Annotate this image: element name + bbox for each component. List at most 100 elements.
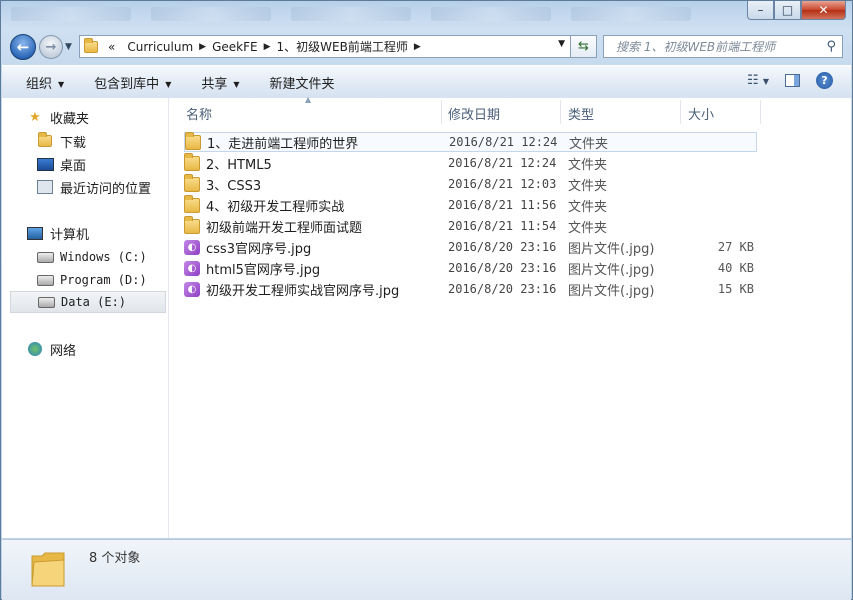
file-name: css3官网序号.jpg — [206, 241, 312, 257]
forward-button[interactable]: → — [39, 35, 63, 59]
chevron-down-icon: ▼ — [58, 79, 65, 89]
recent-places-icon — [36, 179, 54, 195]
close-button[interactable]: ✕ — [801, 1, 846, 20]
sidebar-item-recent-places[interactable]: 最近访问的位置 — [36, 176, 192, 198]
refresh-icon[interactable]: ⇆ — [571, 35, 597, 58]
share-label: 共享 — [201, 76, 228, 92]
file-modified: 2016/8/20 23:16 — [448, 240, 557, 254]
breadcrumb-separator-icon[interactable]: ▶ — [414, 42, 421, 52]
file-modified: 2016/8/21 12:24 — [449, 135, 558, 149]
column-header-label: 修改日期 — [448, 107, 501, 123]
folder-icon — [84, 37, 98, 53]
drive-icon — [37, 294, 55, 310]
sidebar-item-drive-c[interactable]: Windows (C:) — [36, 246, 192, 268]
breadcrumb-curriculum[interactable]: Curriculum — [127, 40, 193, 54]
sidebar-item-downloads[interactable]: 下载 — [36, 130, 192, 152]
command-bar: 组织 ▼ 包含到库中 ▼ 共享 ▼ 新建文件夹 ☷ ▼ ? — [2, 65, 851, 99]
new-folder-label: 新建文件夹 — [269, 76, 335, 92]
item-count: 8 个对象 — [89, 551, 141, 566]
sidebar-item-label: Windows (C:) — [60, 250, 147, 264]
sidebar-network[interactable]: 网络 — [26, 338, 182, 360]
window-caption-buttons: – □ ✕ — [747, 1, 846, 20]
explorer-window: – □ ✕ ← → ▼ « Curriculum ▶ GeekFE ▶ 1、初级… — [0, 0, 853, 600]
preview-pane-icon[interactable] — [785, 74, 800, 87]
column-header-name[interactable]: 名称 — [186, 102, 441, 124]
breadcrumb-separator-icon[interactable]: ▶ — [199, 42, 206, 52]
maximize-button[interactable]: □ — [774, 1, 801, 20]
breadcrumb-overflow[interactable]: « — [108, 40, 115, 54]
file-modified: 2016/8/21 12:03 — [448, 177, 557, 191]
view-options-icon[interactable]: ☷ ▼ — [747, 73, 769, 88]
minimize-button[interactable]: – — [747, 1, 774, 20]
sidebar-computer-label: 计算机 — [50, 227, 90, 243]
column-header-type[interactable]: 类型 — [568, 102, 680, 124]
file-modified: 2016/8/21 11:56 — [448, 198, 557, 212]
include-in-library-menu[interactable]: 包含到库中 ▼ — [94, 73, 171, 92]
folder-icon — [184, 152, 200, 171]
column-header-label: 类型 — [568, 107, 595, 123]
share-menu[interactable]: 共享 ▼ — [201, 73, 239, 92]
computer-icon — [26, 225, 44, 241]
file-modified: 2016/8/21 12:24 — [448, 156, 557, 170]
include-in-library-label: 包含到库中 — [94, 76, 160, 92]
star-icon: ★ — [29, 109, 41, 125]
address-dropdown-icon[interactable]: ▼ — [558, 39, 565, 49]
back-button[interactable]: ← — [10, 34, 36, 60]
sidebar-item-drive-d[interactable]: Program (D:) — [36, 269, 192, 291]
network-icon — [26, 341, 44, 357]
file-name: html5官网序号.jpg — [206, 262, 321, 278]
search-placeholder: 搜索 1、初级WEB前端工程师 — [616, 40, 776, 54]
file-size: 27 KB — [717, 240, 754, 254]
file-type: 图片文件(.jpg) — [568, 241, 655, 257]
file-size: 15 KB — [717, 282, 754, 296]
navigation-row: ← → ▼ « Curriculum ▶ GeekFE ▶ 1、初级WEB前端工… — [1, 29, 852, 65]
column-header-label: 大小 — [688, 107, 715, 123]
column-header-size[interactable]: 大小 — [688, 102, 758, 124]
column-divider[interactable] — [680, 100, 681, 124]
file-type: 图片文件(.jpg) — [568, 262, 655, 278]
file-row[interactable]: 1、走进前端工程师的世界 2016/8/21 12:24 文件夹 — [184, 131, 757, 152]
file-name: 1、走进前端工程师的世界 — [207, 136, 359, 152]
navigation-pane: ★ 收藏夹 下载 桌面 最近访问的位置 计算机 Windows (C:) Pro… — [2, 98, 169, 538]
windows-drive-icon — [36, 249, 54, 265]
file-type: 文件夹 — [568, 199, 608, 215]
file-row[interactable]: 2、HTML5 2016/8/21 12:24 文件夹 — [184, 152, 757, 173]
file-row[interactable]: 3、CSS3 2016/8/21 12:03 文件夹 — [184, 173, 757, 194]
sidebar-item-drive-e[interactable]: Data (E:) — [10, 291, 166, 313]
file-row[interactable]: 初级前端开发工程师面试题 2016/8/21 11:54 文件夹 — [184, 215, 757, 236]
search-input[interactable]: 搜索 1、初级WEB前端工程师 ⚲ — [603, 35, 843, 58]
folder-icon — [184, 215, 200, 234]
sidebar-item-desktop[interactable]: 桌面 — [36, 153, 192, 175]
new-folder-button[interactable]: 新建文件夹 — [270, 73, 335, 92]
file-row[interactable]: ◐ css3官网序号.jpg 2016/8/20 23:16 图片文件(.jpg… — [184, 237, 757, 257]
sidebar-favorites[interactable]: ★ 收藏夹 — [26, 106, 182, 128]
organize-menu[interactable]: 组织 ▼ — [26, 73, 64, 92]
sidebar-item-label: Data (E:) — [61, 295, 127, 309]
folder-icon — [184, 194, 200, 213]
address-bar[interactable]: « Curriculum ▶ GeekFE ▶ 1、初级WEB前端工程师 ▶ ▼ — [79, 35, 571, 58]
column-header-modified[interactable]: 修改日期 — [448, 102, 560, 124]
breadcrumb-separator-icon[interactable]: ▶ — [264, 42, 271, 52]
file-row[interactable]: ◐ html5官网序号.jpg 2016/8/20 23:16 图片文件(.jp… — [184, 258, 757, 278]
column-header-label: 名称 — [186, 107, 213, 123]
file-name: 2、HTML5 — [206, 157, 272, 173]
file-type: 文件夹 — [568, 178, 608, 194]
sidebar-favorites-label: 收藏夹 — [50, 111, 90, 127]
recent-pages-chevron-down-icon[interactable]: ▼ — [65, 42, 72, 52]
search-icon[interactable]: ⚲ — [826, 39, 836, 54]
breadcrumb-geekfe[interactable]: GeekFE — [212, 40, 258, 54]
sidebar-item-label: 桌面 — [60, 158, 87, 174]
file-type: 文件夹 — [568, 220, 608, 236]
file-type: 文件夹 — [569, 136, 609, 152]
help-icon[interactable]: ? — [816, 72, 833, 89]
image-file-icon: ◐ — [184, 239, 200, 255]
file-size: 40 KB — [717, 261, 754, 275]
sidebar-computer[interactable]: 计算机 — [26, 222, 182, 244]
column-divider[interactable] — [760, 100, 761, 124]
breadcrumb-current-folder[interactable]: 1、初级WEB前端工程师 — [277, 38, 408, 55]
column-divider[interactable] — [441, 100, 442, 124]
column-divider[interactable] — [560, 100, 561, 124]
file-row[interactable]: ◐ 初级开发工程师实战官网序号.jpg 2016/8/20 23:16 图片文件… — [184, 279, 757, 299]
file-row[interactable]: 4、初级开发工程师实战 2016/8/21 11:56 文件夹 — [184, 194, 757, 215]
file-name: 初级前端开发工程师面试题 — [206, 220, 363, 236]
